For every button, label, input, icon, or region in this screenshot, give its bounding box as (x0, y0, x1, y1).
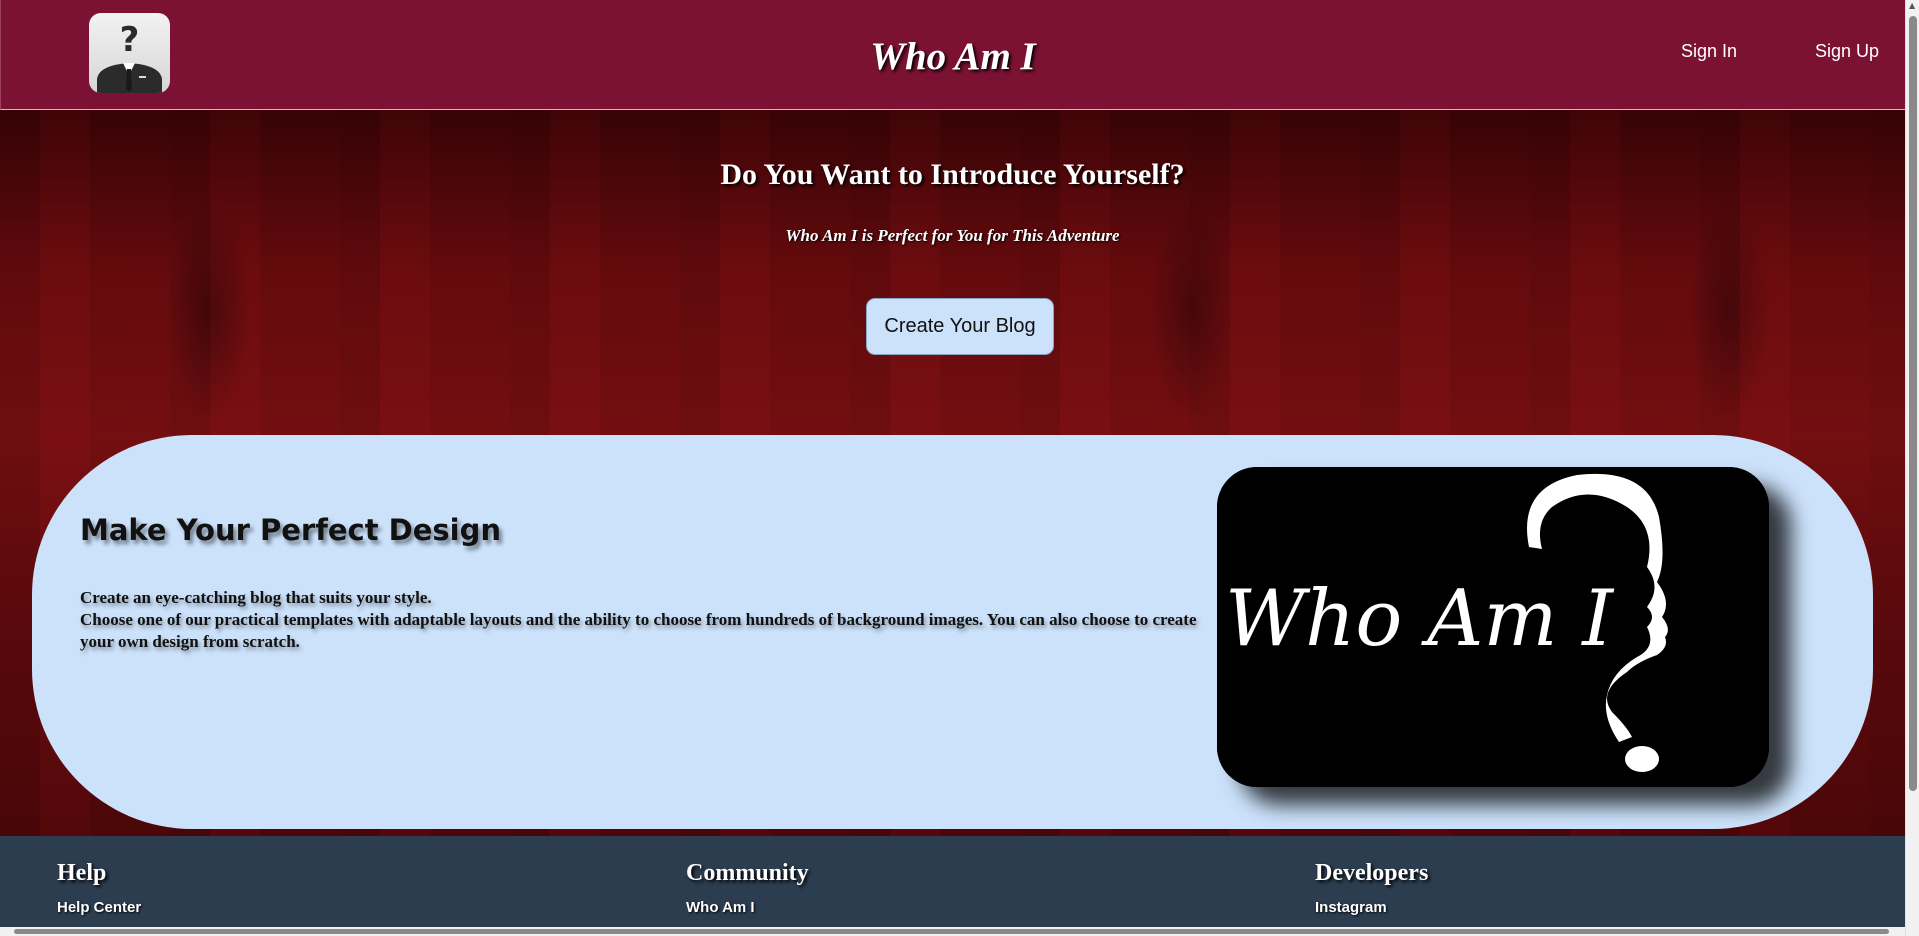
hero-title: Do You Want to Introduce Yourself? (720, 158, 1185, 191)
image-caption: Who Am I (1225, 574, 1615, 664)
hero-section: Do You Want to Introduce Yourself? Who A… (0, 110, 1905, 836)
page: ? Who Am I Sign In Sign Up Do You Want t… (0, 0, 1905, 927)
site-title: Who Am I (870, 35, 1036, 78)
horizontal-scrollbar[interactable] (0, 927, 1905, 936)
footer-column-community: Community Who Am I (686, 860, 809, 916)
footer-link-who-am-i[interactable]: Who Am I (686, 899, 809, 916)
vertical-scroll-thumb[interactable] (1909, 16, 1917, 791)
hero-subtitle: Who Am I is Perfect for You for This Adv… (785, 226, 1120, 245)
site-header: ? Who Am I Sign In Sign Up (0, 0, 1905, 110)
sign-up-link[interactable]: Sign Up (1815, 41, 1879, 62)
scroll-up-arrow-icon[interactable]: ▲ (1909, 2, 1915, 10)
footer-link-help-center[interactable]: Help Center (57, 899, 141, 916)
create-blog-button[interactable]: Create Your Blog (866, 298, 1054, 355)
footer-column-developers: Developers Instagram (1315, 860, 1428, 916)
feature-panel: Make Your Perfect Design Create an eye-c… (32, 435, 1873, 829)
footer-link-instagram[interactable]: Instagram (1315, 899, 1428, 916)
sign-in-link[interactable]: Sign In (1681, 41, 1737, 62)
footer-heading-help: Help (57, 860, 107, 886)
footer-heading-community: Community (686, 860, 809, 886)
footer-heading-developers: Developers (1315, 860, 1429, 886)
feature-line-1: Create an eye-catching blog that suits y… (80, 588, 432, 607)
feature-line-2: Choose one of our practical templates wi… (80, 610, 1197, 651)
feature-description: Create an eye-catching blog that suits y… (80, 587, 1230, 653)
vertical-scrollbar[interactable]: ▲ (1905, 0, 1919, 936)
horizontal-scroll-thumb[interactable] (14, 929, 1889, 934)
feature-title: Make Your Perfect Design (80, 513, 502, 547)
who-am-i-image: Who Am I (1217, 467, 1769, 787)
footer-column-help: Help Help Center (57, 860, 141, 916)
site-footer: Help Help Center Community Who Am I Deve… (0, 836, 1905, 927)
